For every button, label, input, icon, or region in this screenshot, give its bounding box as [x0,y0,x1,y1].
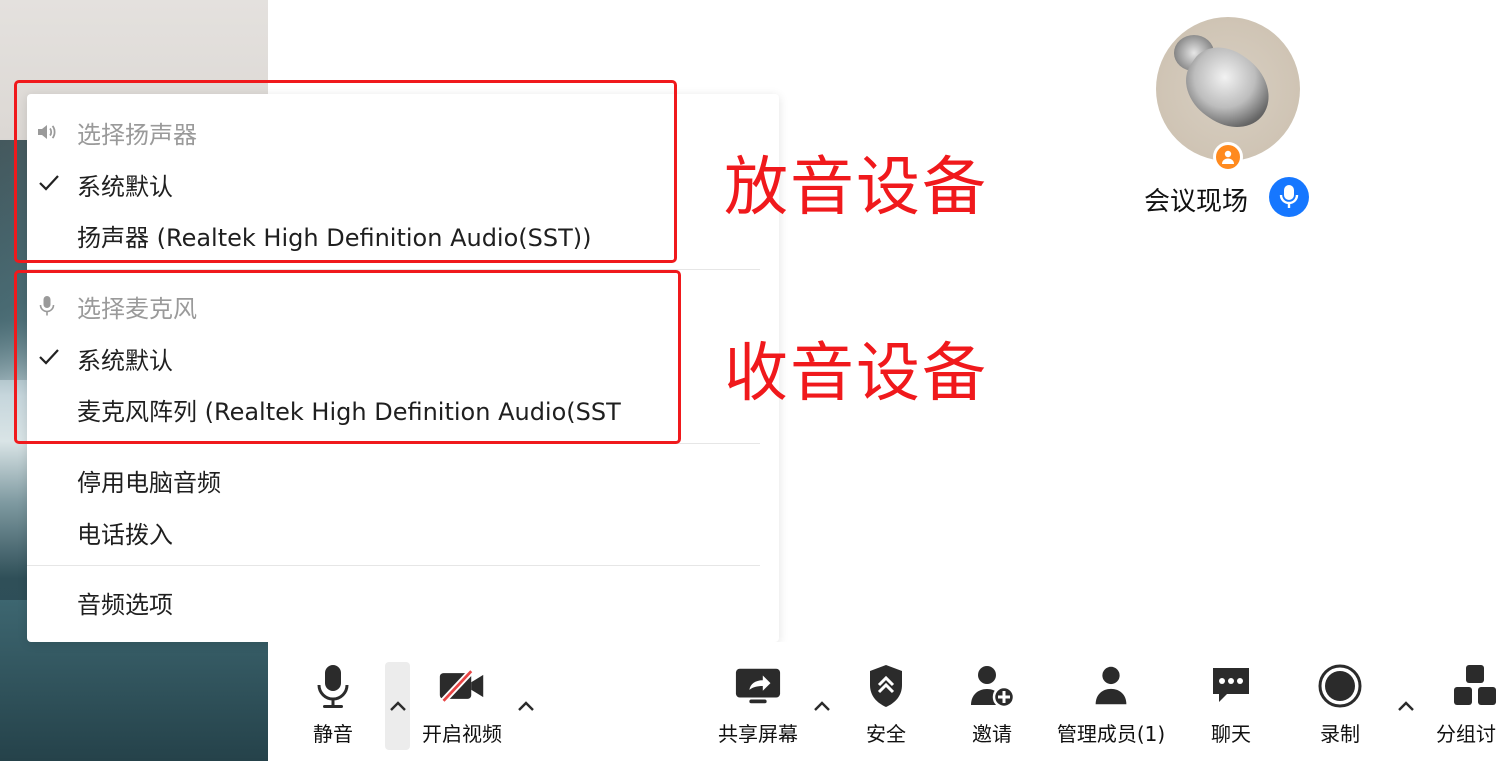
capture-annotation: 收音设备 [724,337,988,411]
shield-icon [862,662,910,710]
participants-icon [1087,662,1135,710]
microphone-icon [309,662,357,710]
add-user-icon [968,662,1016,710]
audio-options-item[interactable]: 音频选项 [27,582,779,622]
share-screen-icon [734,662,782,710]
security-button[interactable]: 安全 [831,662,941,747]
invite-button[interactable]: 邀请 [937,662,1047,747]
breakout-rooms-label: 分组讨 [1436,722,1496,746]
security-label: 安全 [866,722,906,746]
record-icon [1316,662,1364,710]
breakout-rooms-button[interactable]: 分组讨 [1422,662,1500,747]
menu-divider [27,565,760,566]
breakout-rooms-icon [1452,662,1500,710]
manage-participants-label: 管理成员(1) [1056,722,1166,746]
share-screen-label: 共享屏幕 [718,722,798,746]
record-label: 录制 [1320,722,1360,746]
mute-label: 静音 [313,722,353,746]
invite-label: 邀请 [972,722,1012,746]
capture-highlight-box [14,270,681,444]
phone-dial-in-item[interactable]: 电话拨入 [27,512,779,552]
disable-computer-audio-item[interactable]: 停用电脑音频 [27,460,779,500]
mute-button[interactable]: 静音 [278,662,388,747]
chevron-up-icon[interactable] [1394,695,1418,719]
record-button[interactable]: 录制 [1285,662,1395,747]
chat-icon [1207,662,1255,710]
start-video-label: 开启视频 [422,722,502,746]
share-screen-button[interactable]: 共享屏幕 [703,662,813,747]
phone-dial-in-label: 电话拨入 [77,520,173,549]
video-off-icon [438,662,486,710]
chat-label: 聊天 [1211,722,1251,746]
manage-participants-button[interactable]: 管理成员(1) [1056,662,1166,747]
chat-button[interactable]: 聊天 [1176,662,1286,747]
participant-avatar [1156,17,1300,161]
disable-computer-audio-label: 停用电脑音频 [77,468,221,497]
participant-microphone-icon [1269,177,1309,217]
audio-options-label: 音频选项 [77,590,173,619]
start-video-button[interactable]: 开启视频 [407,662,517,747]
chevron-up-icon[interactable] [514,695,538,719]
playback-annotation: 放音设备 [724,151,988,225]
participant-name: 会议现场 [1144,187,1249,217]
host-badge-icon [1213,142,1243,172]
playback-highlight-box [14,80,677,263]
